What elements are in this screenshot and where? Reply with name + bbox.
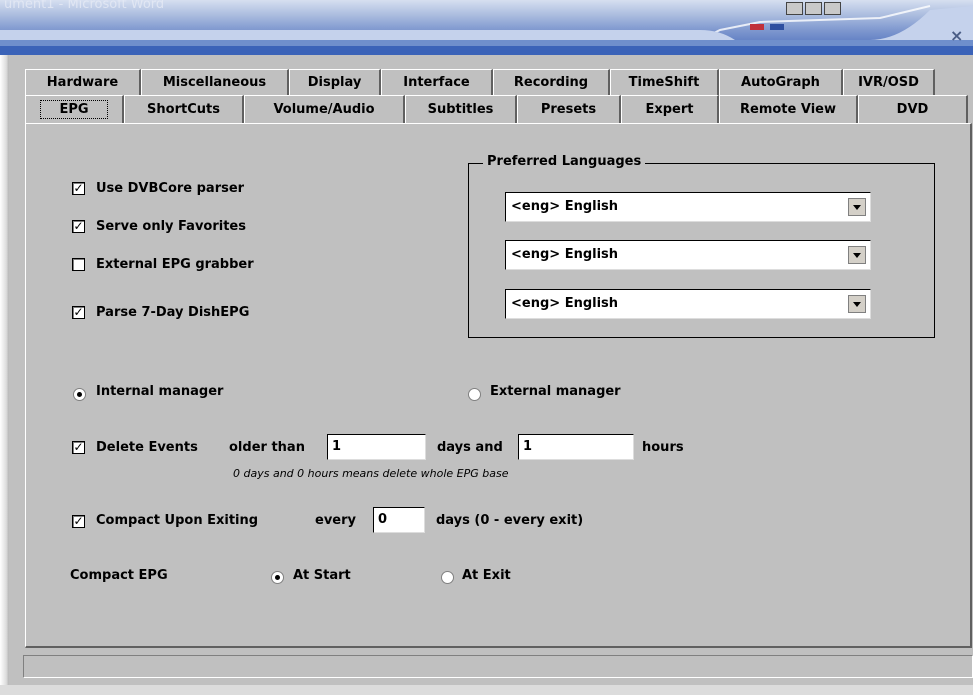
close-icon[interactable]: × xyxy=(950,26,963,45)
dropdown-arrow-icon[interactable] xyxy=(848,198,866,216)
tab-label: Presets xyxy=(540,102,597,117)
compact-days-input[interactable]: 0 xyxy=(373,507,425,533)
every-label: every xyxy=(315,513,356,528)
tab-label: AutoGraph xyxy=(741,75,820,90)
internal-manager-radio[interactable] xyxy=(73,388,86,401)
tab-label: Interface xyxy=(403,75,470,90)
tab-volume-audio[interactable]: Volume/Audio xyxy=(244,95,405,123)
delete-events-label: Delete Events xyxy=(96,440,198,455)
external-manager-label: External manager xyxy=(490,384,621,399)
compact-epg-label: Compact EPG xyxy=(70,568,168,583)
tab-recording[interactable]: Recording xyxy=(493,69,610,95)
at-exit-label: At Exit xyxy=(462,568,511,583)
tab-label: DVD xyxy=(896,102,929,117)
tab-label: TimeShift xyxy=(628,75,700,90)
tab-label: Remote View xyxy=(740,102,836,117)
tab-subtitles[interactable]: Subtitles xyxy=(405,95,517,123)
at-start-label: At Start xyxy=(293,568,351,583)
tab-miscellaneous[interactable]: Miscellaneous xyxy=(141,69,289,95)
tab-presets[interactable]: Presets xyxy=(517,95,621,123)
older-than-label: older than xyxy=(229,440,305,455)
tab-strip: Hardware Miscellaneous Display Interface… xyxy=(25,68,973,128)
titlebar-wave-decoration xyxy=(0,5,973,58)
compact-on-exit-checkbox[interactable]: ✓ xyxy=(72,515,85,528)
delete-hint-text: 0 days and 0 hours means delete whole EP… xyxy=(233,467,509,480)
dropdown-arrow-icon[interactable] xyxy=(848,246,866,264)
tab-label: Hardware xyxy=(46,75,119,90)
tab-dvd[interactable]: DVD xyxy=(858,95,968,123)
language-select-value: <eng> English xyxy=(511,247,619,262)
delete-hours-input[interactable]: 1 xyxy=(518,434,634,460)
external-grabber-label: External EPG grabber xyxy=(96,257,254,272)
tab-label: ShortCuts xyxy=(147,102,220,117)
tab-label: Display xyxy=(307,75,362,90)
at-exit-radio[interactable] xyxy=(441,571,454,584)
external-grabber-checkbox[interactable] xyxy=(72,258,85,271)
tab-shortcuts[interactable]: ShortCuts xyxy=(124,95,244,123)
tab-interface[interactable]: Interface xyxy=(381,69,493,95)
tab-label: Volume/Audio xyxy=(273,102,375,117)
compact-on-exit-label: Compact Upon Exiting xyxy=(96,513,259,528)
tab-label: EPG xyxy=(40,100,108,119)
tab-ivr-osd[interactable]: IVR/OSD xyxy=(843,69,935,95)
use-dvbcore-label: Use DVBCore parser xyxy=(96,181,245,196)
tab-label: IVR/OSD xyxy=(858,75,919,90)
status-bar xyxy=(23,655,973,678)
parse-dish-checkbox[interactable]: ✓ xyxy=(72,306,85,319)
compact-days-suffix: days (0 - every exit) xyxy=(436,513,584,528)
hours-label: hours xyxy=(642,440,684,455)
preferred-languages-legend: Preferred Languages xyxy=(483,154,646,169)
tab-label: Expert xyxy=(645,102,694,117)
language-select-2[interactable]: <eng> English xyxy=(505,240,871,270)
dropdown-arrow-icon[interactable] xyxy=(848,295,866,313)
serve-favorites-label: Serve only Favorites xyxy=(96,219,246,234)
language-select-1[interactable]: <eng> English xyxy=(505,192,871,222)
tab-label: Miscellaneous xyxy=(162,75,267,90)
tab-remote-view[interactable]: Remote View xyxy=(719,95,858,123)
language-select-value: <eng> English xyxy=(511,199,619,214)
language-select-value: <eng> English xyxy=(511,296,619,311)
window-titlebar: ument1 - Microsoft Word Edit View Insert… xyxy=(0,0,973,58)
tab-hardware[interactable]: Hardware xyxy=(25,69,141,95)
tab-timeshift[interactable]: TimeShift xyxy=(610,69,719,95)
settings-dialog: Hardware Miscellaneous Display Interface… xyxy=(9,55,973,695)
bottom-border xyxy=(0,685,973,695)
window-left-border xyxy=(0,55,9,695)
tab-epg[interactable]: EPG xyxy=(25,95,124,123)
external-manager-radio[interactable] xyxy=(468,388,481,401)
language-select-3[interactable]: <eng> English xyxy=(505,289,871,319)
parse-dish-label: Parse 7-Day DishEPG xyxy=(96,305,250,320)
internal-manager-label: Internal manager xyxy=(96,384,224,399)
serve-favorites-checkbox[interactable]: ✓ xyxy=(72,220,85,233)
delete-events-checkbox[interactable]: ✓ xyxy=(72,441,85,454)
use-dvbcore-checkbox[interactable]: ✓ xyxy=(72,182,85,195)
at-start-radio[interactable] xyxy=(271,571,284,584)
days-and-label: days and xyxy=(437,440,503,455)
tab-display[interactable]: Display xyxy=(289,69,381,95)
tab-label: Recording xyxy=(513,75,589,90)
tab-expert[interactable]: Expert xyxy=(621,95,719,123)
tab-autograph[interactable]: AutoGraph xyxy=(719,69,843,95)
tab-label: Subtitles xyxy=(427,102,494,117)
delete-days-input[interactable]: 1 xyxy=(327,434,426,460)
